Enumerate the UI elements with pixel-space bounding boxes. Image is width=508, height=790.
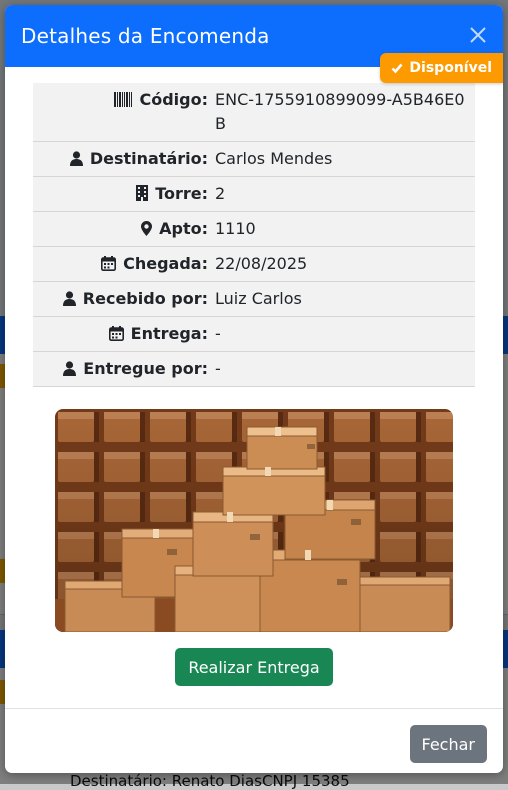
detail-value-tower: 2 [215, 184, 226, 203]
detail-label: Apto: [159, 219, 208, 238]
detail-row-delivered-by: Entregue por: - [33, 351, 475, 387]
detail-label: Torre: [155, 184, 208, 203]
detail-row-code: Código: ENC-1755910899099-A5B46E0B [33, 83, 475, 142]
detail-row-arrival: Chegada: 22/08/2025 [33, 246, 475, 282]
detail-row-delivery: Entrega: - [33, 316, 475, 352]
detail-label: Entrega: [130, 324, 208, 343]
map-pin-icon [141, 221, 153, 236]
detail-value-arrival: 22/08/2025 [215, 254, 308, 273]
user-icon [69, 151, 83, 166]
calendar-icon [101, 256, 117, 271]
deliver-button[interactable]: Realizar Entrega [175, 648, 333, 686]
detail-row-apartment: Apto: 1110 [33, 211, 475, 247]
close-footer-button[interactable]: Fechar [409, 725, 487, 763]
modal-footer: Fechar [5, 708, 503, 773]
status-badge: Disponível [380, 53, 503, 83]
package-photo-illustration [55, 409, 453, 632]
detail-row-recipient: Destinatário: Carlos Mendes [33, 141, 475, 177]
detail-label: Código: [139, 90, 208, 109]
status-badge-label: Disponível [409, 60, 492, 76]
detail-value-code: ENC-1755910899099-A5B46E0B [215, 90, 465, 133]
package-photo [55, 409, 453, 632]
modal-body: Código: ENC-1755910899099-A5B46E0B Desti… [5, 67, 503, 686]
modal-title: Detalhes da Encomenda [21, 24, 270, 48]
details-table: Código: ENC-1755910899099-A5B46E0B Desti… [33, 83, 475, 387]
barcode-icon [114, 92, 133, 107]
close-icon [470, 27, 486, 43]
detail-value-delivery: - [215, 324, 221, 343]
check-icon [392, 63, 403, 74]
detail-label: Destinatário: [89, 149, 208, 168]
building-icon [136, 185, 149, 201]
detail-label: Chegada: [123, 254, 208, 273]
detail-value-recipient: Carlos Mendes [215, 149, 333, 168]
close-button[interactable] [467, 24, 489, 46]
detail-label: Recebido por: [82, 289, 208, 308]
calendar-icon [108, 326, 124, 341]
package-details-modal: Detalhes da Encomenda Disponível Código:… [5, 5, 503, 773]
detail-row-received-by: Recebido por: Luiz Carlos [33, 281, 475, 317]
user-icon [63, 361, 77, 376]
detail-value-received-by: Luiz Carlos [215, 289, 302, 308]
detail-label: Entregue por: [83, 359, 208, 378]
detail-value-delivered-by: - [215, 359, 221, 378]
user-icon [62, 291, 76, 306]
detail-row-tower: Torre: 2 [33, 176, 475, 212]
detail-value-apartment: 1110 [215, 219, 256, 238]
